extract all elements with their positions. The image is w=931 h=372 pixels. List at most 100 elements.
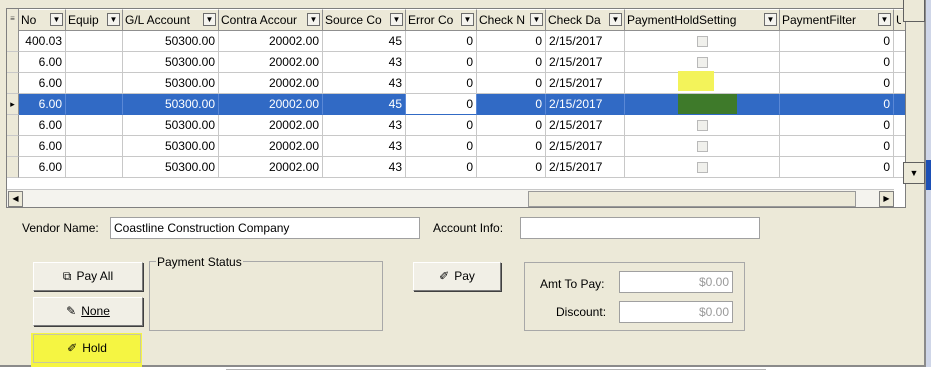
cell-date[interactable]: 2/15/2017 <box>546 94 625 115</box>
cell-date[interactable]: 2/15/2017 <box>546 136 625 157</box>
table-row[interactable]: 6.0050300.0020002.0043002/15/2017✔0 <box>7 73 905 94</box>
cell-no[interactable]: 400.03 <box>19 31 66 52</box>
column-filter-dropdown-icon[interactable]: ▼ <box>530 13 543 26</box>
column-header[interactable]: Error Co ▼ <box>406 9 477 31</box>
cell-checkno[interactable]: 0 <box>477 31 546 52</box>
cell-equip[interactable] <box>66 157 123 178</box>
payment-hold-checkbox[interactable] <box>696 162 708 174</box>
cell-no[interactable]: 6.00 <box>19 157 66 178</box>
cell-empty[interactable] <box>894 52 905 73</box>
cell-equip[interactable] <box>66 52 123 73</box>
row-selector[interactable] <box>7 31 19 52</box>
row-selector[interactable] <box>7 52 19 73</box>
table-row[interactable]: 6.00 50300.00 20002.00 43 0 0 2/15/2017 0 <box>7 52 905 73</box>
table-row[interactable]: ▸ 6.00 50300.00 20002.00 45 0 0 2/15/2017 0 <box>7 94 905 115</box>
cell-date[interactable]: 2/15/2017 <box>546 157 625 178</box>
column-header[interactable]: PaymentHoldSetting ▼ <box>625 9 780 31</box>
account-info-field[interactable] <box>520 217 760 239</box>
cell-contra[interactable]: 20002.00 <box>219 136 323 157</box>
cell-source[interactable]: 43 <box>323 73 406 94</box>
column-filter-dropdown-icon[interactable]: ▼ <box>307 13 320 26</box>
cell-empty[interactable] <box>894 31 905 52</box>
vertical-scroll-top[interactable] <box>903 0 925 22</box>
column-filter-dropdown-icon[interactable]: ▼ <box>764 13 777 26</box>
payment-hold-checkbox[interactable] <box>696 141 708 153</box>
table-row[interactable]: 6.00 50300.00 20002.00 43 0 0 2/15/2017 0 <box>7 115 905 136</box>
none-button[interactable]: ✎ None <box>33 297 143 326</box>
discount-field[interactable]: $0.00 <box>619 301 733 323</box>
cell-checkno[interactable]: 0 <box>477 115 546 136</box>
amt-to-pay-field[interactable]: $0.00 <box>619 271 733 293</box>
column-header[interactable]: Check Da ▼ <box>546 9 625 31</box>
cell-error[interactable]: 0 <box>406 157 477 178</box>
column-header[interactable]: G/L Account ▼ <box>123 9 219 31</box>
cell-date[interactable]: 2/15/2017 <box>546 52 625 73</box>
column-header[interactable]: Equip ▼ <box>66 9 123 31</box>
cell-empty[interactable] <box>894 94 905 115</box>
column-header[interactable]: PaymentFilter ▼ <box>780 9 894 31</box>
row-selector[interactable] <box>7 157 19 178</box>
column-filter-dropdown-icon[interactable]: ▼ <box>50 13 63 26</box>
cell-source[interactable]: 43 <box>323 115 406 136</box>
payment-hold-checkbox[interactable] <box>696 57 708 69</box>
cell-date[interactable]: 2/15/2017 <box>546 73 625 94</box>
cell-no[interactable]: 6.00 <box>19 73 66 94</box>
row-selector[interactable] <box>7 115 19 136</box>
horizontal-scroll-thumb[interactable] <box>528 191 856 207</box>
cell-contra[interactable]: 20002.00 <box>219 73 323 94</box>
column-header[interactable]: Contra Accour ▼ <box>219 9 323 31</box>
column-header[interactable]: Source Co ▼ <box>323 9 406 31</box>
cell-error[interactable]: 0 <box>406 31 477 52</box>
column-filter-dropdown-icon[interactable]: ▼ <box>390 13 403 26</box>
row-selector[interactable] <box>7 136 19 157</box>
cell-checkno[interactable]: 0 <box>477 136 546 157</box>
cell-equip[interactable] <box>66 136 123 157</box>
cell-contra[interactable]: 20002.00 <box>219 115 323 136</box>
scroll-down-button[interactable]: ▼ <box>903 162 925 184</box>
payment-hold-cell[interactable] <box>625 136 780 157</box>
cell-filter[interactable]: 0 <box>780 31 894 52</box>
column-filter-dropdown-icon[interactable]: ▼ <box>203 13 216 26</box>
row-selector[interactable] <box>7 73 19 94</box>
scroll-left-button[interactable]: ◀ <box>8 191 23 207</box>
pay-all-button[interactable]: ⧉ Pay All <box>33 262 143 291</box>
cell-empty[interactable] <box>894 136 905 157</box>
cell-no[interactable]: 6.00 <box>19 115 66 136</box>
cell-empty[interactable] <box>894 115 905 136</box>
cell-error[interactable]: 0 <box>406 94 477 115</box>
cell-equip[interactable] <box>66 94 123 115</box>
horizontal-scrollbar[interactable]: ◀ ▶ <box>7 189 894 207</box>
cell-source[interactable]: 43 <box>323 157 406 178</box>
vendor-name-field[interactable]: Coastline Construction Company <box>110 217 420 239</box>
column-header[interactable]: No ▼ <box>19 9 66 31</box>
cell-error[interactable]: 0 <box>406 52 477 73</box>
cell-filter[interactable]: 0 <box>780 52 894 73</box>
cell-gl[interactable]: 50300.00 <box>123 115 219 136</box>
payment-hold-cell[interactable] <box>625 52 780 73</box>
cell-checkno[interactable]: 0 <box>477 157 546 178</box>
cell-gl[interactable]: 50300.00 <box>123 73 219 94</box>
payment-hold-checkbox[interactable] <box>696 36 708 48</box>
cell-gl[interactable]: 50300.00 <box>123 31 219 52</box>
cell-no[interactable]: 6.00 <box>19 136 66 157</box>
table-row[interactable]: 6.00 50300.00 20002.00 43 0 0 2/15/2017 0 <box>7 136 905 157</box>
column-filter-dropdown-icon[interactable]: ▼ <box>461 13 474 26</box>
cell-date[interactable]: 2/15/2017 <box>546 31 625 52</box>
table-row[interactable]: 400.03 50300.00 20002.00 45 0 0 2/15/2017 0 <box>7 31 905 52</box>
cell-error[interactable]: 0 <box>406 115 477 136</box>
payment-hold-cell[interactable] <box>625 157 780 178</box>
payment-hold-checkbox[interactable] <box>696 120 708 132</box>
cell-checkno[interactable]: 0 <box>477 73 546 94</box>
payment-hold-cell[interactable] <box>625 31 780 52</box>
cell-source[interactable]: 45 <box>323 31 406 52</box>
cell-contra[interactable]: 20002.00 <box>219 52 323 73</box>
column-filter-dropdown-icon[interactable]: ▼ <box>609 13 622 26</box>
row-selector[interactable]: ▸ <box>7 94 19 115</box>
cell-empty[interactable] <box>894 73 905 94</box>
column-filter-dropdown-icon[interactable]: ▼ <box>878 13 891 26</box>
cell-checkno[interactable]: 0 <box>477 52 546 73</box>
cell-filter[interactable]: 0 <box>780 136 894 157</box>
cell-gl[interactable]: 50300.00 <box>123 157 219 178</box>
column-filter-dropdown-icon[interactable]: ▼ <box>107 13 120 26</box>
cell-source[interactable]: 43 <box>323 136 406 157</box>
